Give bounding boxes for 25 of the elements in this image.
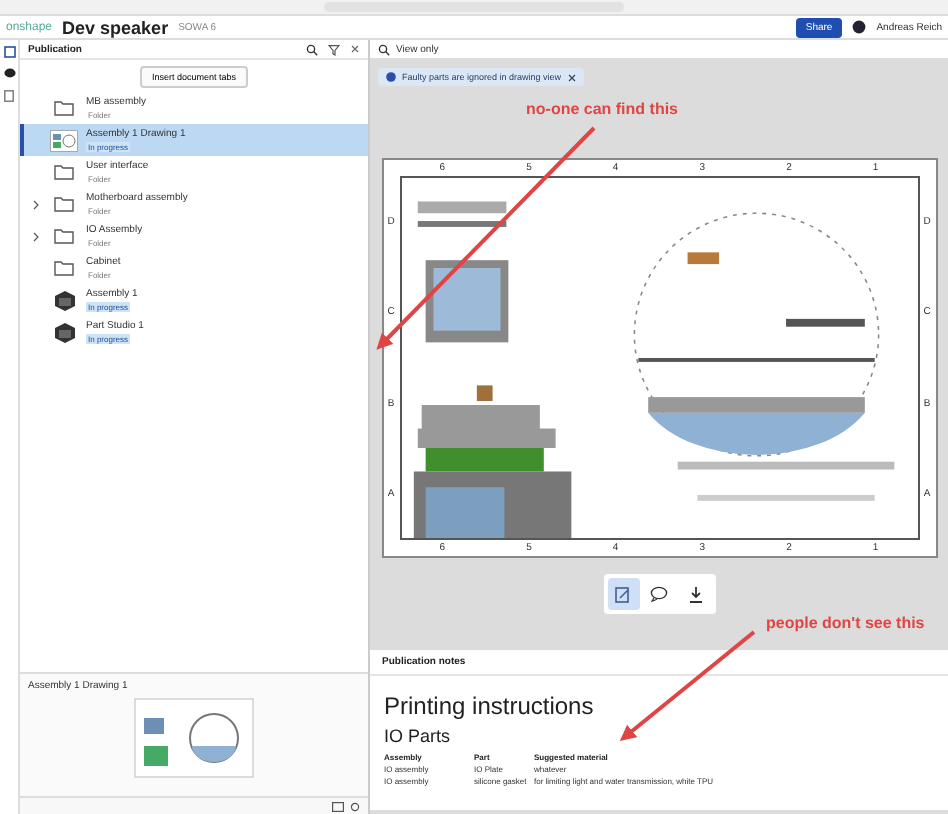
download-icon — [687, 585, 703, 603]
markup-button[interactable] — [607, 578, 639, 610]
chevron-icon[interactable] — [32, 231, 40, 241]
publication-icon[interactable] — [3, 46, 15, 58]
user-avatar-icon — [852, 20, 867, 34]
document-icon[interactable] — [4, 90, 14, 102]
folder-icon — [54, 100, 74, 116]
view-icon — [378, 43, 390, 55]
info-icon — [386, 72, 396, 82]
close-icon[interactable] — [350, 44, 360, 54]
annotation-arrow — [619, 630, 756, 742]
search-icon[interactable] — [306, 43, 318, 55]
notes-subheading: IO Parts — [384, 726, 453, 746]
document-title: Dev speaker — [62, 17, 169, 37]
filter-icon[interactable] — [328, 43, 340, 55]
notes-heading: Printing instructions — [384, 692, 596, 720]
annotation-text: no-one can find this — [526, 100, 678, 119]
markup-icon — [614, 585, 632, 603]
assembly-thumbnail — [53, 289, 75, 311]
chevron-icon[interactable] — [32, 199, 40, 209]
part-thumbnail — [53, 321, 75, 343]
drawing-thumbnail — [50, 129, 78, 151]
annotation-text: people don't see this — [766, 614, 926, 633]
drawing-preview — [134, 698, 254, 778]
close-icon[interactable] — [567, 73, 576, 81]
